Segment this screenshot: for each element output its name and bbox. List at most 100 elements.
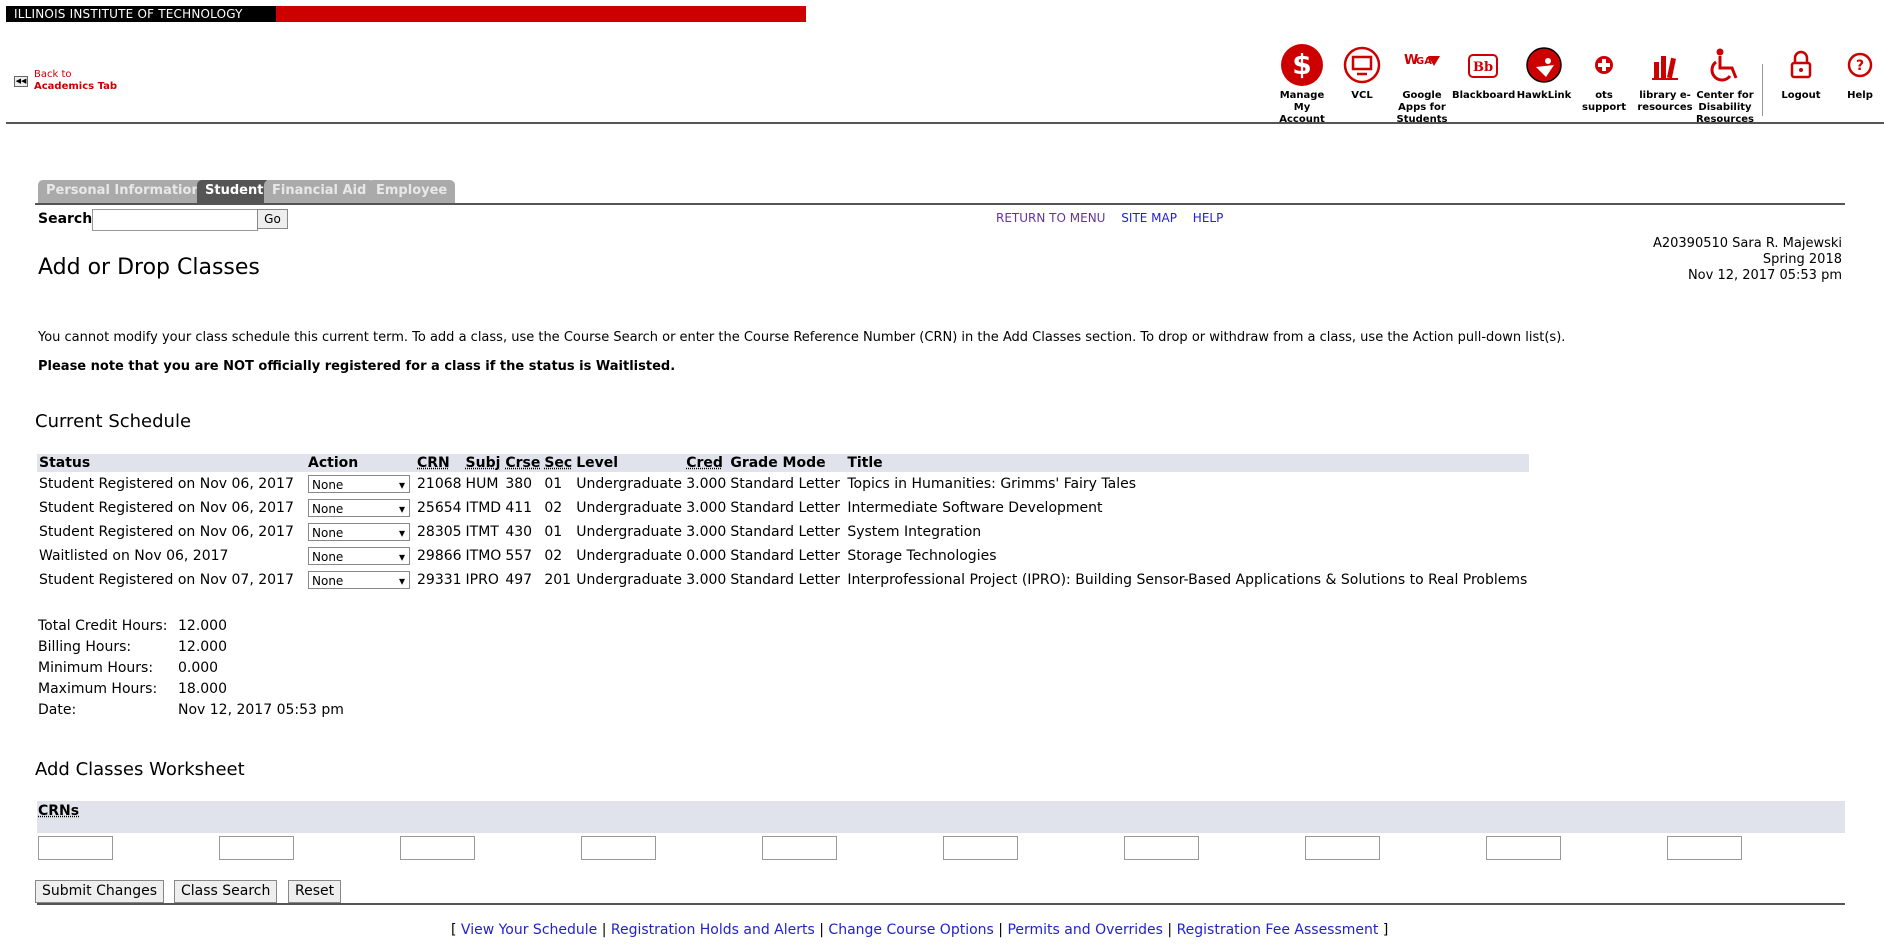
manage-account-label: Manage My Account — [1279, 90, 1325, 125]
cell-sec: 02 — [544, 548, 563, 564]
crn-input[interactable] — [943, 836, 1018, 860]
crn-input[interactable] — [581, 836, 656, 860]
crn-input[interactable] — [762, 836, 837, 860]
cell-status: Student Registered on Nov 06, 2017 — [39, 476, 294, 492]
col-level: Level — [574, 454, 685, 472]
vcl-link[interactable]: VCL — [1340, 42, 1384, 102]
user-term: Spring 2018 — [1762, 252, 1842, 267]
cell-title: Intermediate Software Development — [847, 500, 1103, 516]
holds-alerts-link[interactable]: Registration Holds and Alerts — [611, 922, 815, 938]
cell-status: Student Registered on Nov 06, 2017 — [39, 500, 294, 516]
hawklink-label: HawkLink — [1516, 90, 1572, 101]
cell-title: Storage Technologies — [847, 548, 997, 564]
cell-sec: 201 — [544, 572, 572, 588]
summary-row: Billing Hours: 12.000 — [38, 637, 344, 658]
change-course-options-link[interactable]: Change Course Options — [828, 922, 993, 938]
back-to-academics-link[interactable]: ◀◀ Back to Academics Tab — [14, 69, 117, 93]
cell-title: Interprofessional Project (IPRO): Buildi… — [847, 572, 1528, 588]
footer-links: [ View Your Schedule | Registration Hold… — [451, 922, 1389, 938]
logout-link[interactable]: Logout — [1778, 42, 1824, 102]
fee-assessment-link[interactable]: Registration Fee Assessment — [1177, 922, 1379, 938]
cell-subj: IPRO — [465, 572, 499, 588]
info-text: You cannot modify your class schedule th… — [38, 330, 1566, 345]
col-grade-mode: Grade Mode — [728, 454, 846, 472]
cell-subj: HUM — [465, 476, 499, 492]
cell-action: None — [306, 496, 415, 520]
go-button[interactable]: Go — [257, 209, 288, 229]
crn-input[interactable] — [219, 836, 294, 860]
cell-level: Undergraduate — [576, 524, 683, 540]
cell-crn: 25654 — [417, 500, 462, 516]
cell-level: Undergraduate — [576, 476, 683, 492]
cell-cred: 3.000 — [686, 500, 727, 516]
col-cred: Cred — [684, 454, 729, 472]
action-select[interactable]: None — [308, 499, 410, 518]
crn-input[interactable] — [1667, 836, 1742, 860]
cell-action: None — [306, 544, 415, 568]
cell-action: None — [306, 520, 415, 544]
action-select[interactable]: None — [308, 523, 410, 542]
books-icon — [1652, 56, 1678, 80]
summary-label: Billing Hours: — [38, 639, 132, 655]
cell-grade-mode: Standard Letter — [730, 476, 840, 492]
cell-title: System Integration — [847, 524, 982, 540]
view-schedule-link[interactable]: View Your Schedule — [461, 922, 597, 938]
back-line1: Back to — [34, 69, 72, 80]
reset-button[interactable]: Reset — [288, 880, 342, 903]
tab-divider — [35, 203, 1845, 205]
crn-input[interactable] — [38, 836, 113, 860]
col-crn: CRN — [415, 454, 464, 472]
cell-level: Undergraduate — [576, 500, 683, 516]
help-top-link[interactable]: HELP — [1193, 211, 1224, 225]
help-link[interactable]: ? Help — [1840, 42, 1880, 102]
cell-subj: ITMT — [465, 524, 499, 540]
action-select[interactable]: None — [308, 547, 410, 566]
footer-divider — [37, 903, 1845, 905]
svg-text:Bb: Bb — [1473, 60, 1493, 75]
crn-input[interactable] — [1305, 836, 1380, 860]
return-to-menu-link[interactable]: RETURN TO MENU — [996, 211, 1105, 225]
crn-input[interactable] — [1124, 836, 1199, 860]
class-search-button[interactable]: Class Search — [174, 880, 278, 903]
help-label: Help — [1847, 90, 1873, 101]
summary-value: 0.000 — [178, 660, 219, 676]
page-title: Add or Drop Classes — [38, 255, 260, 280]
permits-overrides-link[interactable]: Permits and Overrides — [1007, 922, 1162, 938]
crn-input[interactable] — [400, 836, 475, 860]
cell-grade-mode: Standard Letter — [730, 548, 840, 564]
user-info: A20390510 Sara R. Majewski Spring 2018 N… — [1653, 236, 1842, 284]
dollar-icon: $ — [1281, 44, 1323, 86]
medical-cross-icon — [1595, 56, 1613, 74]
ots-support-link[interactable]: ots support — [1582, 42, 1626, 114]
ots-support-label: ots support — [1582, 90, 1626, 113]
cell-grade-mode: Standard Letter — [730, 500, 840, 516]
crn-input[interactable] — [1486, 836, 1561, 860]
cell-crn: 28305 — [417, 524, 462, 540]
svg-text:?: ? — [1856, 58, 1864, 74]
hawklink-link[interactable]: HawkLink — [1516, 42, 1572, 102]
cell-crn: 21068 — [417, 476, 462, 492]
tab-financial-aid[interactable]: Financial Aid — [264, 180, 375, 203]
search-input[interactable] — [92, 209, 258, 231]
tab-employee[interactable]: Employee — [368, 180, 456, 203]
tab-personal-information[interactable]: Personal Information — [38, 180, 209, 203]
summary-label: Total Credit Hours: — [38, 618, 168, 634]
lock-icon — [1790, 50, 1812, 79]
cell-subj: ITMO — [465, 548, 502, 564]
manage-account-link[interactable]: $ Manage My Account — [1276, 42, 1328, 126]
action-select[interactable]: None — [308, 571, 410, 590]
blackboard-icon: Bb — [1468, 54, 1498, 78]
disability-resources-link[interactable]: Center for Disability Resources — [1694, 42, 1756, 126]
site-map-link[interactable]: SITE MAP — [1121, 211, 1177, 225]
cell-crse: 411 — [505, 500, 533, 516]
submit-changes-button[interactable]: Submit Changes — [35, 880, 165, 903]
back-arrow-icon: ◀◀ — [14, 76, 28, 87]
disability-resources-label: Center for Disability Resources — [1695, 90, 1755, 125]
google-apps-link[interactable]: W GA Google Apps for Students — [1394, 42, 1450, 126]
action-select[interactable]: None — [308, 475, 410, 494]
tab-student[interactable]: Student — [197, 180, 272, 203]
schedule-row: Waitlisted on Nov 06, 2017 None 29866ITMO5… — [37, 544, 1529, 568]
blackboard-link[interactable]: Bb Blackboard — [1452, 42, 1515, 102]
library-link[interactable]: library e-resources — [1636, 42, 1694, 114]
institution-name: ILLINOIS INSTITUTE OF TECHNOLOGY — [6, 6, 276, 22]
